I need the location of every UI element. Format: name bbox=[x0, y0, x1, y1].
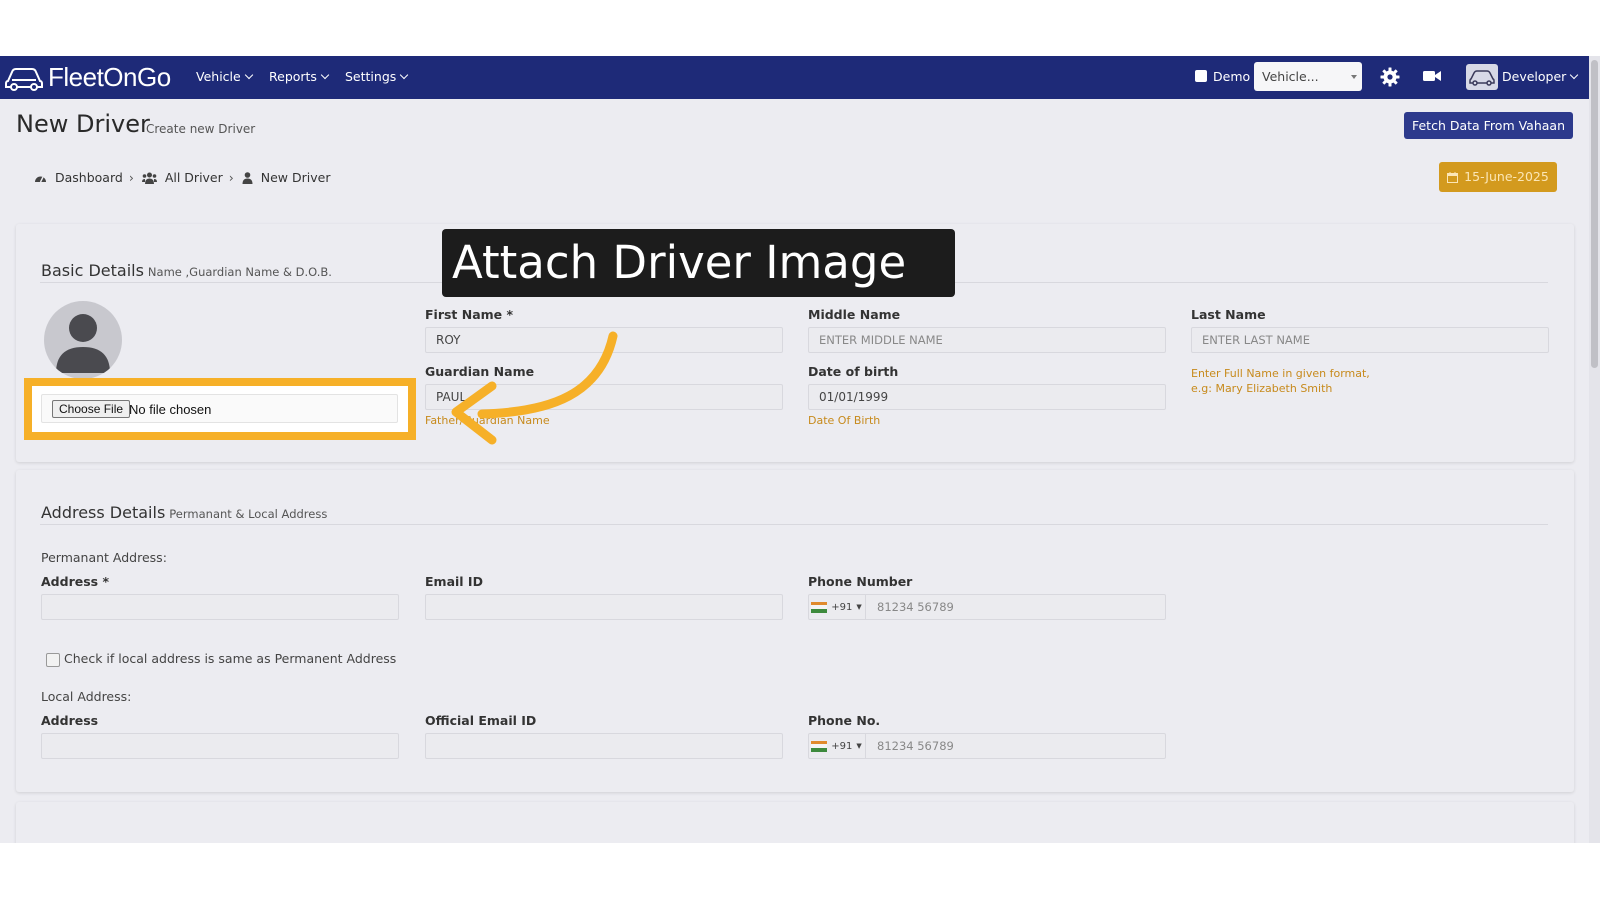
address-details-heading: Address Details bbox=[41, 503, 166, 522]
video-camera-icon[interactable] bbox=[1423, 69, 1441, 83]
car-logo-icon bbox=[5, 68, 43, 91]
tutorial-tooltip: Attach Driver Image bbox=[442, 229, 955, 297]
india-flag-icon bbox=[811, 740, 828, 752]
choose-file-button[interactable]: Choose File bbox=[52, 400, 131, 418]
file-input-highlight: Choose File No file chosen bbox=[24, 378, 416, 440]
address-details-title: Address Details Permanant & Local Address bbox=[41, 503, 327, 522]
official-email-label: Official Email ID bbox=[425, 713, 537, 728]
vehicle-select[interactable]: Vehicle... bbox=[1254, 62, 1362, 91]
last-name-input[interactable]: ENTER LAST NAME bbox=[1191, 327, 1549, 353]
address-details-subtitle: Permanant & Local Address bbox=[169, 507, 328, 521]
email-label: Email ID bbox=[425, 574, 483, 589]
tutorial-arrow-icon bbox=[451, 331, 618, 445]
page-scrollbar-thumb[interactable] bbox=[1591, 60, 1598, 368]
brand-logo[interactable]: FleetOnGo bbox=[4, 62, 171, 92]
name-format-hint: Enter Full Name in given format, bbox=[1191, 367, 1370, 380]
caret-down-icon: ▼ bbox=[856, 742, 862, 750]
user-menu[interactable]: Developer bbox=[1502, 69, 1579, 84]
user-name: Developer bbox=[1502, 69, 1567, 84]
brand-name: FleetOnGo bbox=[48, 61, 171, 92]
basic-details-title: Basic Details Name ,Guardian Name & D.O.B… bbox=[41, 261, 332, 280]
nav-vehicle[interactable]: Vehicle bbox=[196, 69, 253, 84]
middle-name-label: Middle Name bbox=[808, 307, 901, 322]
car-avatar-icon bbox=[1469, 70, 1495, 86]
user-icon bbox=[242, 171, 253, 184]
file-input-container: Choose File No file chosen bbox=[32, 386, 408, 432]
page-title: New Driver bbox=[16, 110, 150, 138]
chevron-down-icon bbox=[244, 70, 253, 80]
breadcrumb-separator: › bbox=[228, 170, 234, 185]
calendar-icon bbox=[1447, 171, 1459, 183]
local-phone-label: Phone No. bbox=[808, 713, 881, 728]
chevron-down-icon bbox=[1570, 70, 1579, 80]
breadcrumb: Dashboard › All Driver › New Driver bbox=[34, 170, 330, 185]
phone-country-select[interactable]: +91 ▼ bbox=[808, 594, 866, 620]
same-address-label[interactable]: Check if local address is same as Perman… bbox=[64, 651, 396, 666]
phone-label: Phone Number bbox=[808, 574, 913, 589]
local-phone-country-select[interactable]: +91 ▼ bbox=[808, 733, 866, 759]
user-avatar[interactable] bbox=[1466, 64, 1498, 90]
chevron-down-icon bbox=[320, 70, 330, 80]
driver-avatar-placeholder bbox=[44, 301, 122, 379]
local-phone-country-code: +91 bbox=[831, 740, 853, 752]
page-subtitle: Create new Driver bbox=[146, 122, 256, 136]
local-address-input[interactable] bbox=[41, 733, 399, 759]
person-silhouette-icon bbox=[56, 314, 110, 373]
next-section-card bbox=[16, 802, 1574, 843]
dob-label: Date of birth bbox=[808, 364, 899, 379]
name-example-hint: e.g: Mary Elizabeth Smith bbox=[1191, 382, 1333, 395]
demo-checkbox[interactable] bbox=[1195, 70, 1207, 82]
middle-name-input[interactable]: ENTER MIDDLE NAME bbox=[808, 327, 1166, 353]
dashboard-icon bbox=[34, 172, 47, 183]
nav-reports-label: Reports bbox=[269, 69, 317, 84]
breadcrumb-separator: › bbox=[128, 170, 134, 185]
breadcrumb-new-driver: New Driver bbox=[260, 170, 331, 185]
local-address-heading: Local Address: bbox=[41, 689, 132, 704]
section-divider bbox=[40, 524, 1548, 525]
phone-country-code: +91 bbox=[831, 601, 853, 613]
india-flag-icon bbox=[811, 601, 828, 613]
app-window: FleetOnGo Vehicle Reports Settings Demo … bbox=[0, 56, 1600, 843]
breadcrumb-dashboard[interactable]: Dashboard bbox=[55, 170, 123, 185]
fetch-vahaan-button[interactable]: Fetch Data From Vahaan bbox=[1404, 112, 1573, 139]
demo-label: Demo bbox=[1213, 69, 1251, 84]
caret-down-icon: ▼ bbox=[856, 603, 862, 611]
same-address-checkbox[interactable] bbox=[46, 653, 60, 667]
email-input[interactable] bbox=[425, 594, 783, 620]
last-name-label: Last Name bbox=[1191, 307, 1266, 322]
dob-hint: Date Of Birth bbox=[808, 414, 881, 427]
caret-down-icon bbox=[1351, 75, 1357, 79]
local-address-label: Address bbox=[41, 713, 99, 728]
nav-settings-label: Settings bbox=[345, 69, 397, 84]
basic-details-subtitle: Name ,Guardian Name & D.O.B. bbox=[147, 265, 332, 279]
permanent-address-heading: Permanant Address: bbox=[41, 550, 167, 565]
gear-icon[interactable] bbox=[1380, 67, 1400, 87]
dob-input[interactable]: 01/01/1999 bbox=[808, 384, 1166, 410]
nav-reports[interactable]: Reports bbox=[269, 69, 330, 84]
date-value: 15-June-2025 bbox=[1464, 169, 1549, 184]
nav-settings[interactable]: Settings bbox=[345, 69, 409, 84]
file-status: No file chosen bbox=[129, 402, 212, 417]
top-navbar: FleetOnGo Vehicle Reports Settings Demo … bbox=[0, 56, 1600, 99]
users-icon bbox=[141, 172, 157, 184]
chevron-down-icon bbox=[400, 70, 409, 80]
nav-vehicle-label: Vehicle bbox=[196, 69, 241, 84]
date-badge[interactable]: 15-June-2025 bbox=[1439, 162, 1557, 192]
breadcrumb-all-driver[interactable]: All Driver bbox=[165, 170, 223, 185]
driver-image-file-input[interactable]: Choose File No file chosen bbox=[41, 394, 398, 423]
vehicle-select-value: Vehicle... bbox=[1262, 69, 1319, 84]
official-email-input[interactable] bbox=[425, 733, 783, 759]
permanent-address-input[interactable] bbox=[41, 594, 399, 620]
first-name-label: First Name * bbox=[425, 307, 514, 322]
address-label: Address * bbox=[41, 574, 109, 589]
basic-details-heading: Basic Details bbox=[41, 261, 144, 280]
